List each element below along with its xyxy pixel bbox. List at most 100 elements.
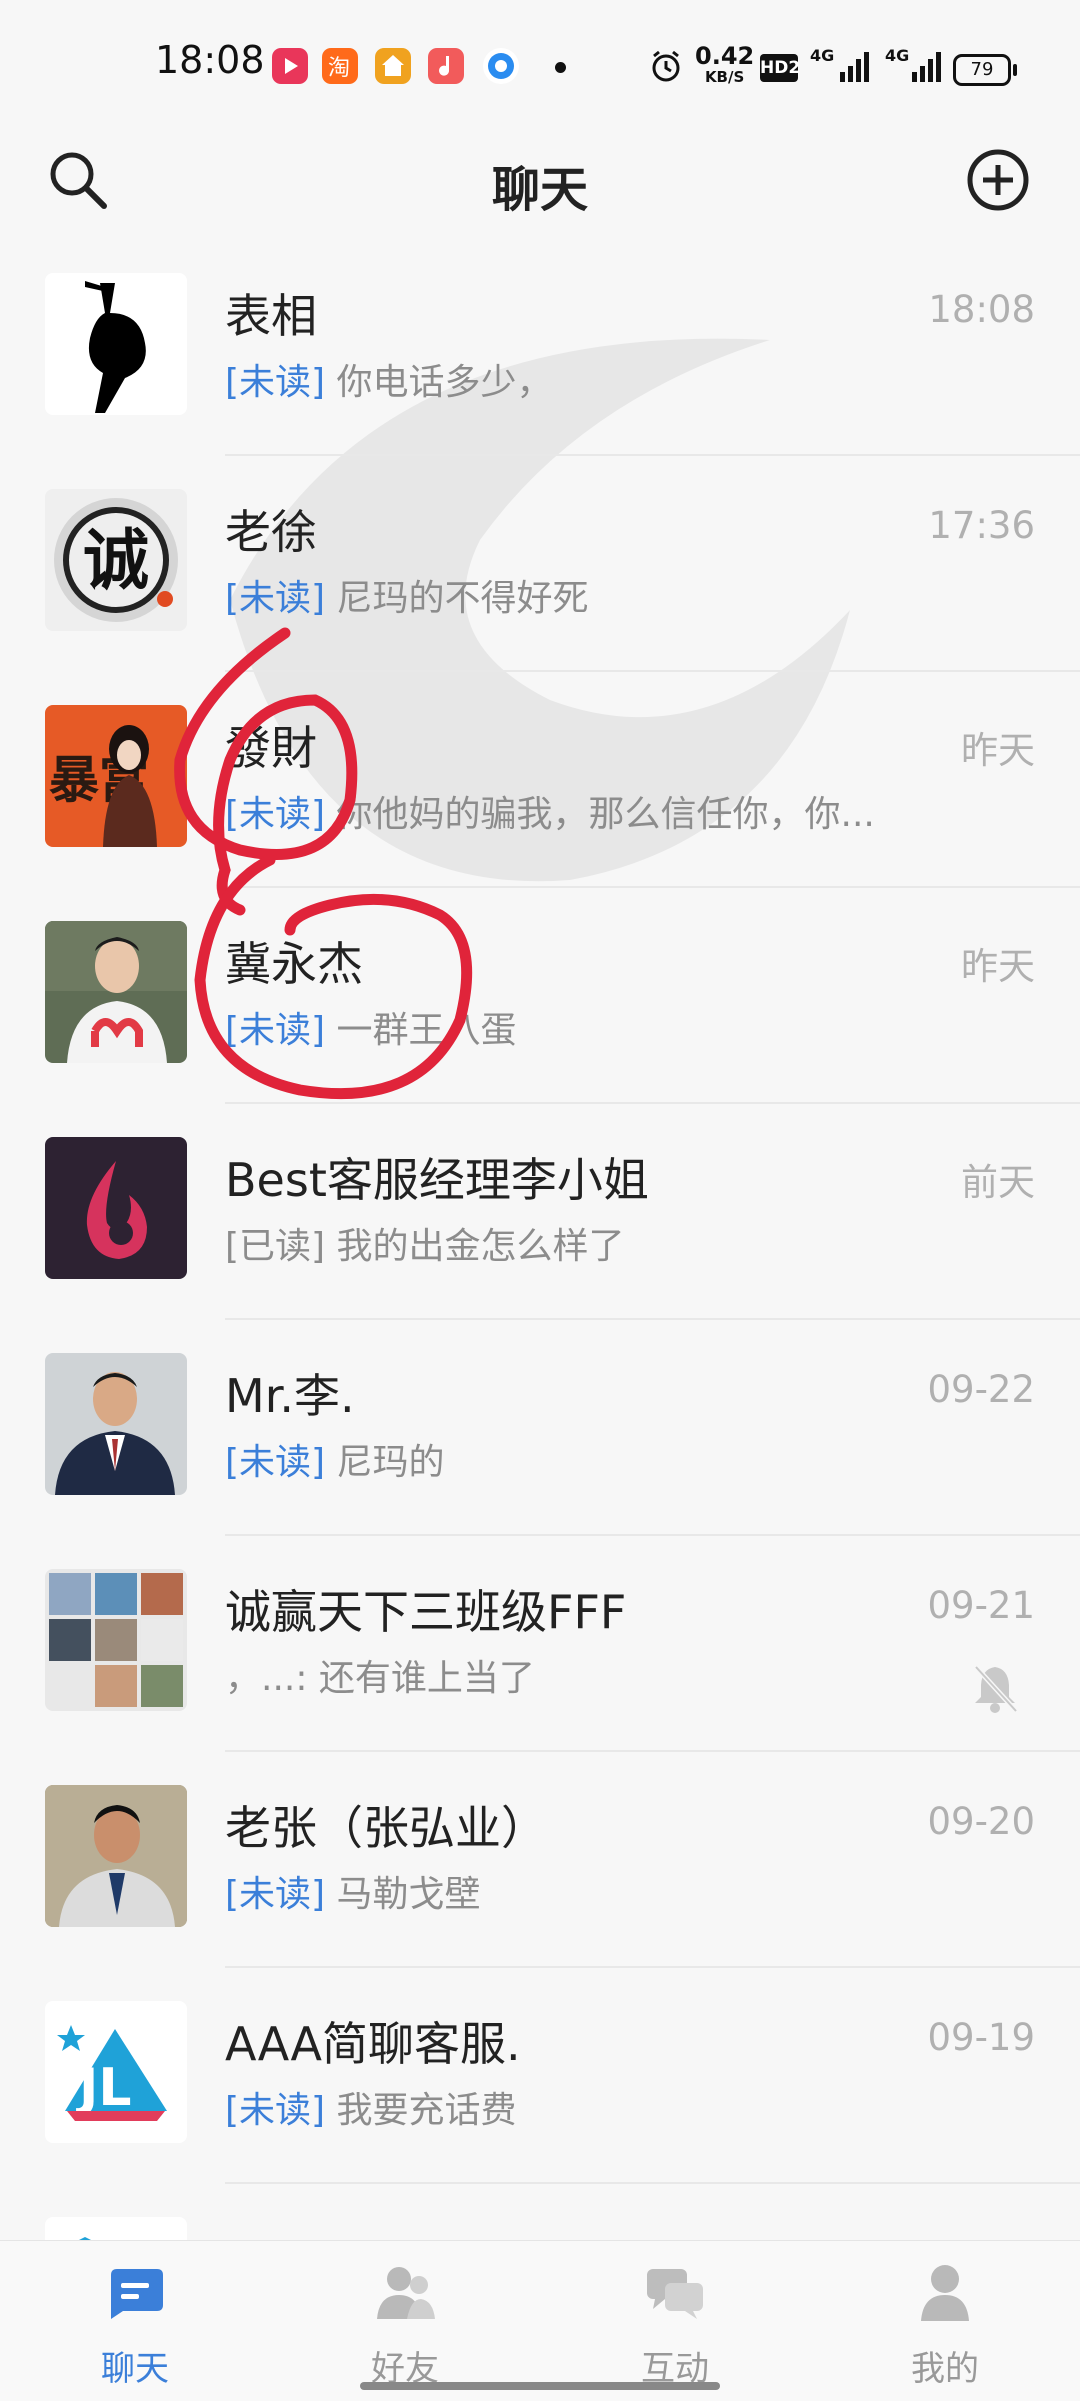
browser-app-icon	[483, 48, 519, 84]
chat-time: 昨天	[961, 729, 1035, 772]
video-app-icon	[272, 48, 308, 84]
avatar[interactable]: 暴富	[45, 705, 187, 847]
taobao-app-icon: 淘	[322, 48, 358, 84]
status-bar: 18:08 淘 0.42 KB/S HD2 4G 4G 79	[0, 0, 1080, 130]
tab-chat[interactable]: 聊天	[0, 2241, 270, 2401]
unread-tag: [未读]	[225, 578, 326, 619]
chat-message: 马勒戈壁	[336, 1874, 481, 1915]
page-title: 聊天	[491, 162, 588, 218]
unread-tag: [未读]	[225, 1010, 326, 1051]
chat-row[interactable]: 暴富 發財 昨天 [未读] 你他妈的骗我，那么信任你，你...	[0, 672, 1080, 888]
network-speed-unit: KB/S	[704, 68, 745, 86]
chat-preview: ，...: 还有谁上当了	[225, 1649, 915, 1701]
tab-interaction[interactable]: 互动	[540, 2241, 810, 2401]
alarm-icon	[648, 48, 684, 88]
add-button[interactable]	[958, 140, 1038, 220]
chat-message: 我的出金怎么样了	[336, 1226, 625, 1267]
chat-row[interactable]: 老张（张弘业） 09-20 [未读] 马勒戈壁	[0, 1752, 1080, 1968]
read-tag: [已读]	[225, 1226, 326, 1267]
bottom-navigation: 聊天 好友 互动 我的	[0, 2240, 1080, 2401]
chat-icon	[111, 2269, 163, 2319]
chat-preview: [未读] 尼玛的	[225, 1433, 915, 1485]
chat-row[interactable]: Mr.李. 09-22 [未读] 尼玛的	[0, 1320, 1080, 1536]
chat-preview: [未读] 我要充话费	[225, 2081, 915, 2133]
chat-time: 09-20	[927, 1800, 1035, 1843]
chat-row[interactable]	[0, 2184, 1080, 2240]
chat-time: 前天	[961, 1161, 1035, 1204]
chat-preview: [未读] 尼玛的不得好死	[225, 569, 915, 621]
unread-tag: [未读]	[225, 2090, 326, 2131]
home-app-icon	[375, 48, 411, 84]
chat-message: 我要充话费	[336, 2090, 517, 2131]
top-app-bar: 聊天	[0, 130, 1080, 240]
chat-message: 尼玛的不得好死	[336, 578, 589, 619]
mute-bell-icon	[974, 1665, 1018, 1713]
chat-row[interactable]: 表相 18:08 [未读] 你电话多少，	[0, 240, 1080, 456]
chat-name: 表相	[225, 289, 317, 343]
avatar[interactable]	[45, 273, 187, 415]
avatar[interactable]: 诚	[45, 489, 187, 631]
notification-dot-icon	[555, 62, 566, 73]
chat-name: 冀永杰	[225, 937, 363, 991]
signal-4g-label-2: 4G	[885, 46, 910, 65]
unread-tag: [未读]	[225, 362, 326, 403]
profile-icon	[921, 2265, 969, 2321]
avatar[interactable]	[45, 2217, 187, 2240]
chat-row[interactable]: 诚 老徐 17:36 [未读] 尼玛的不得好死	[0, 456, 1080, 672]
chat-message: 尼玛的	[336, 1442, 445, 1483]
chat-row[interactable]: Best客服经理李小姐 前天 [已读] 我的出金怎么样了	[0, 1104, 1080, 1320]
chat-row[interactable]: JL AAA简聊客服. 09-19 [未读] 我要充话费	[0, 1968, 1080, 2184]
chat-preview: [未读] 马勒戈壁	[225, 1865, 915, 1917]
signal-4g-label-1: 4G	[810, 46, 835, 65]
signal-bars-icon-2	[910, 50, 944, 88]
plus-circle-icon	[967, 149, 1029, 211]
chat-time: 09-22	[927, 1368, 1035, 1411]
chat-name: 老徐	[225, 505, 317, 559]
chat-message: 你电话多少，	[336, 362, 553, 403]
chat-name: Mr.李.	[225, 1369, 355, 1423]
chat-name: 诚赢天下三班级FFF	[225, 1585, 627, 1639]
tab-friends[interactable]: 好友	[270, 2241, 540, 2401]
chat-time: 09-21	[927, 1584, 1035, 1627]
chat-time: 18:08	[928, 288, 1035, 331]
chat-preview: [未读] 你电话多少，	[225, 353, 915, 405]
friends-icon	[377, 2267, 435, 2319]
unread-tag: [未读]	[225, 1874, 326, 1915]
chat-name: AAA简聊客服.	[225, 2017, 521, 2071]
chat-preview: [已读] 我的出金怎么样了	[225, 1217, 915, 1269]
chat-preview: [未读] 你他妈的骗我，那么信任你，你...	[225, 785, 915, 837]
network-speed: 0.42 KB/S	[695, 44, 754, 86]
group-avatar[interactable]	[45, 1569, 187, 1711]
avatar[interactable]	[45, 921, 187, 1063]
avatar[interactable]	[45, 1353, 187, 1495]
home-indicator[interactable]	[360, 2382, 720, 2390]
chat-row[interactable]: 冀永杰 昨天 [未读] 一群王八蛋	[0, 888, 1080, 1104]
avatar[interactable]: JL	[45, 2001, 187, 2143]
tab-chat-label: 聊天	[101, 2349, 169, 2389]
svg-text:淘: 淘	[328, 56, 350, 81]
svg-text:JL: JL	[76, 2058, 131, 2118]
music-app-icon	[428, 48, 464, 84]
interaction-icon	[647, 2269, 703, 2319]
chat-row[interactable]: 诚赢天下三班级FFF 09-21 ，...: 还有谁上当了	[0, 1536, 1080, 1752]
signal-bars-icon-1	[838, 50, 872, 88]
chat-time: 09-19	[927, 2016, 1035, 2059]
unread-tag: [未读]	[225, 794, 326, 835]
avatar[interactable]	[45, 1785, 187, 1927]
chat-time: 17:36	[928, 504, 1035, 547]
hd-voice-badge: HD2	[760, 54, 800, 82]
chat-message: 你他妈的骗我，那么信任你，你...	[336, 794, 875, 835]
tab-profile-label: 我的	[911, 2349, 979, 2389]
battery-icon: 79	[953, 54, 1017, 86]
chat-name: 老张（张弘业）	[225, 1801, 547, 1855]
status-time: 18:08	[155, 38, 265, 82]
chat-time: 昨天	[961, 945, 1035, 988]
network-speed-value: 0.42	[695, 42, 755, 70]
chat-name: Best客服经理李小姐	[225, 1153, 649, 1207]
chat-message: ，...: 还有谁上当了	[225, 1658, 535, 1699]
chat-message: 一群王八蛋	[336, 1010, 517, 1051]
avatar[interactable]	[45, 1137, 187, 1279]
chat-name: 發財	[225, 721, 317, 775]
chat-list[interactable]: 表相 18:08 [未读] 你电话多少， 诚 老徐 17:36 [未读] 尼玛的…	[0, 240, 1080, 2240]
tab-profile[interactable]: 我的	[810, 2241, 1080, 2401]
